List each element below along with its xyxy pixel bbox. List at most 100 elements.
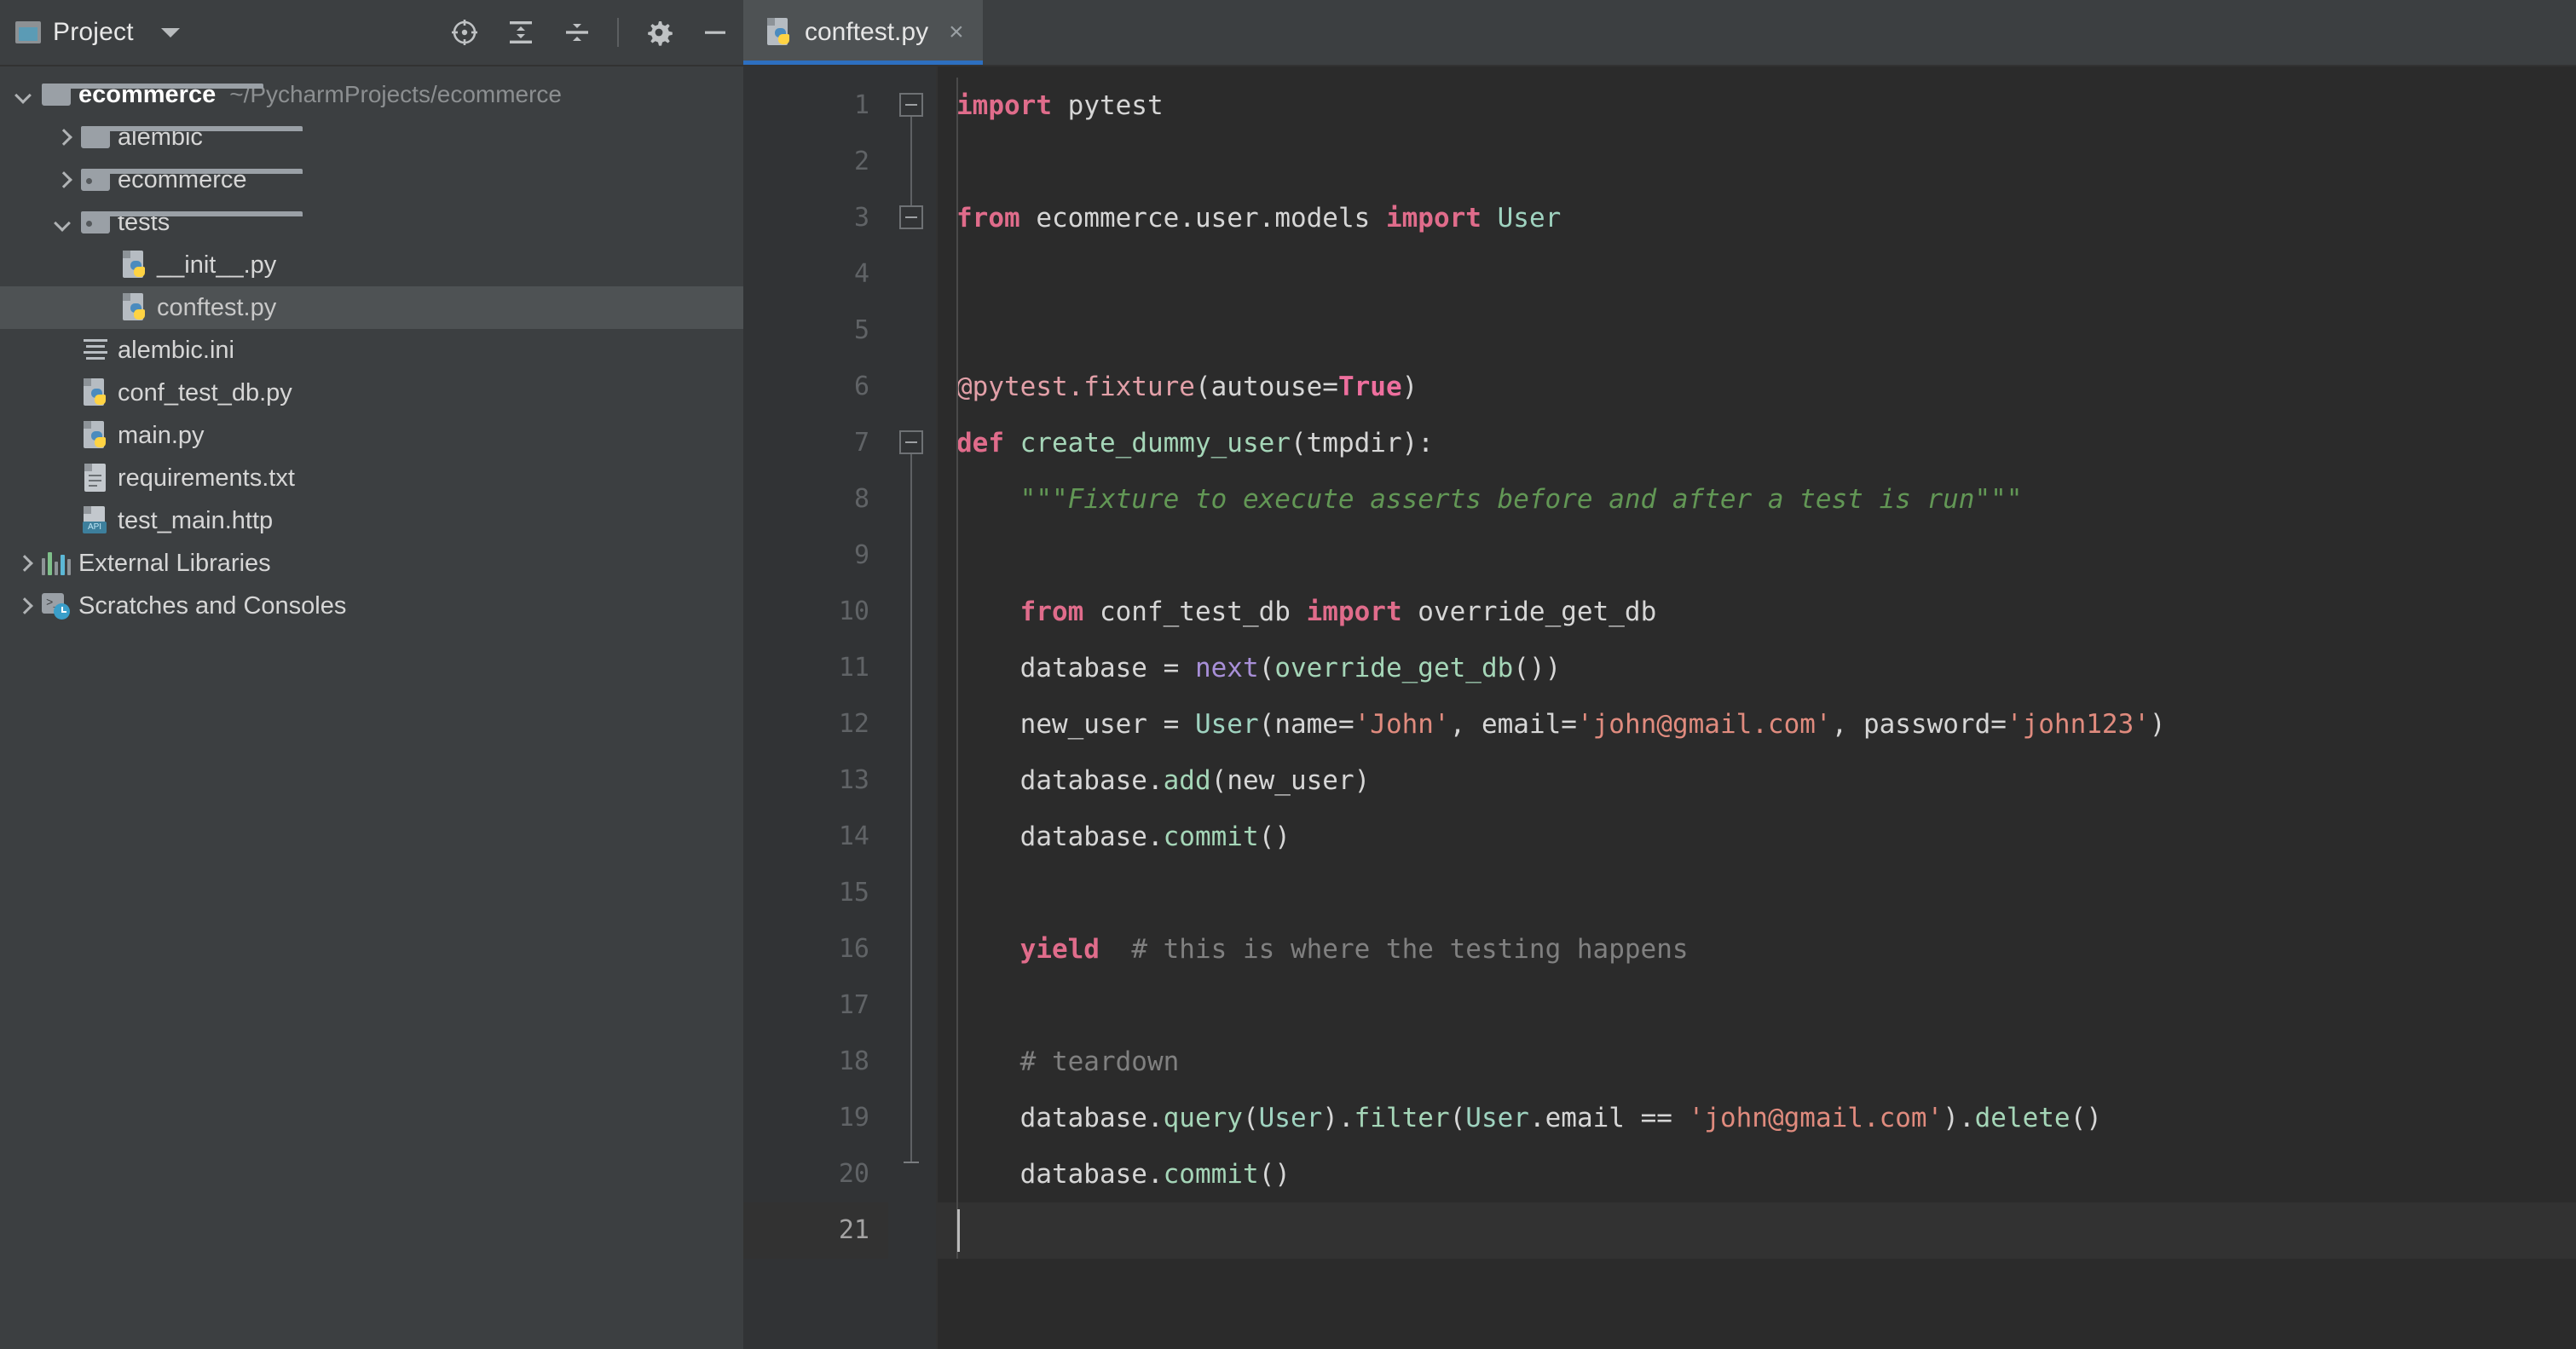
project-panel-title-group[interactable]: Project [15, 18, 180, 47]
line-number[interactable]: 10 [743, 584, 888, 640]
line-number[interactable]: 3 [743, 190, 888, 246]
chevron-right-icon[interactable] [48, 131, 77, 144]
tree-item-scratches-and-consoles[interactable]: >_Scratches and Consoles [0, 585, 743, 627]
code-line[interactable]: database.add(new_user) [936, 752, 2576, 809]
python-file-icon [765, 18, 793, 47]
tree-item-conftest-py[interactable]: conftest.py [0, 286, 743, 329]
tree-item-ecommerce[interactable]: ecommerce [0, 159, 743, 201]
tree-item-init-py[interactable]: __init__.py [0, 244, 743, 286]
line-number[interactable]: 7 [743, 415, 888, 471]
project-panel-icon [15, 21, 41, 43]
editor-tab-conftest[interactable]: conftest.py × [743, 0, 983, 65]
fold-region-end [904, 1162, 919, 1163]
tree-item-external-libraries[interactable]: External Libraries [0, 542, 743, 585]
tree-item-requirements-txt[interactable]: requirements.txt [0, 457, 743, 499]
expand-all-icon[interactable] [505, 16, 537, 49]
code-line[interactable]: database = next(override_get_db()) [936, 640, 2576, 696]
line-number[interactable]: 18 [743, 1034, 888, 1090]
source-folder-icon [81, 169, 110, 191]
scratches-consoles-icon: >_ [42, 593, 71, 619]
code-folding-gutter[interactable] [888, 66, 936, 1349]
project-panel-title: Project [53, 18, 134, 47]
chevron-down-icon[interactable] [161, 28, 180, 37]
line-number[interactable]: 21 [743, 1202, 888, 1259]
tree-item-alembic[interactable]: alembic [0, 116, 743, 159]
tree-item-label: conftest.py [157, 294, 276, 322]
chevron-right-icon[interactable] [48, 174, 77, 187]
tree-item-label: test_main.http [118, 507, 273, 535]
tree-item-icon [116, 251, 153, 280]
tree-item-icon [38, 551, 75, 575]
line-number[interactable]: 13 [743, 752, 888, 809]
locate-target-icon[interactable] [448, 16, 481, 49]
line-number[interactable]: 19 [743, 1090, 888, 1146]
code-line[interactable] [936, 1202, 2576, 1259]
line-number[interactable]: 9 [743, 527, 888, 584]
line-number[interactable]: 20 [743, 1146, 888, 1202]
tree-item-test-main-http[interactable]: API test_main.http [0, 499, 743, 542]
code-text-area[interactable]: import pytest from ecommerce.user.models… [936, 66, 2576, 1349]
code-line[interactable]: @pytest.fixture(autouse=True) [936, 359, 2576, 415]
hide-minimize-icon[interactable] [699, 16, 731, 49]
code-line[interactable] [936, 134, 2576, 190]
line-number[interactable]: 1 [743, 78, 888, 134]
line-number[interactable]: 8 [743, 471, 888, 527]
chevron-right-icon[interactable] [9, 557, 38, 570]
code-line[interactable] [936, 527, 2576, 584]
line-number[interactable]: 12 [743, 696, 888, 752]
python-file-icon [82, 378, 109, 407]
code-line[interactable] [936, 977, 2576, 1034]
code-line[interactable]: yield # this is where the testing happen… [936, 921, 2576, 977]
code-line[interactable]: database.commit() [936, 1146, 2576, 1202]
project-panel-header: Project [0, 0, 743, 66]
tree-item-tests[interactable]: tests [0, 201, 743, 244]
close-icon[interactable]: × [949, 20, 964, 45]
tree-item-ecommerce[interactable]: ecommerce~/PycharmProjects/ecommerce [0, 73, 743, 116]
tree-item-icon [38, 84, 75, 106]
code-line[interactable]: database.commit() [936, 809, 2576, 865]
line-number[interactable]: 6 [743, 359, 888, 415]
http-request-file-icon: API [82, 506, 109, 535]
fold-toggle-icon[interactable] [899, 205, 923, 229]
project-tool-window: Project [0, 0, 743, 1349]
code-line[interactable]: def create_dummy_user(tmpdir): [936, 415, 2576, 471]
chevron-down-icon[interactable] [48, 216, 77, 229]
line-number[interactable]: 4 [743, 246, 888, 303]
tree-item-label: requirements.txt [118, 464, 295, 493]
chevron-down-icon[interactable] [9, 89, 38, 101]
code-line[interactable]: """Fixture to execute asserts before and… [936, 471, 2576, 527]
python-file-icon [82, 421, 109, 450]
code-line[interactable]: database.query(User).filter(User.email =… [936, 1090, 2576, 1146]
tree-item-label: main.py [118, 422, 205, 450]
line-number-gutter: 123456789101112131415161718192021 [743, 66, 888, 1349]
tree-item-main-py[interactable]: main.py [0, 414, 743, 457]
fold-toggle-icon[interactable] [899, 93, 923, 117]
chevron-right-icon[interactable] [9, 600, 38, 613]
settings-gear-icon[interactable] [643, 16, 675, 49]
tree-item-conf-test-db-py[interactable]: conf_test_db.py [0, 372, 743, 414]
code-line[interactable] [936, 865, 2576, 921]
line-number[interactable]: 15 [743, 865, 888, 921]
project-file-tree[interactable]: ecommerce~/PycharmProjects/ecommercealem… [0, 66, 743, 1349]
code-line[interactable]: import pytest [936, 78, 2576, 134]
line-number[interactable]: 11 [743, 640, 888, 696]
line-number[interactable]: 14 [743, 809, 888, 865]
tree-item-icon: >_ [38, 593, 75, 619]
code-line[interactable] [936, 303, 2576, 359]
code-line[interactable]: from ecommerce.user.models import User [936, 190, 2576, 246]
line-number[interactable]: 5 [743, 303, 888, 359]
fold-toggle-icon[interactable] [899, 430, 923, 454]
line-number[interactable]: 16 [743, 921, 888, 977]
code-line[interactable] [936, 246, 2576, 303]
code-line[interactable]: # teardown [936, 1034, 2576, 1090]
text-file-icon [82, 464, 109, 493]
editor-area: conftest.py × 12345678910111213141516171… [743, 0, 2576, 1349]
code-line[interactable]: new_user = User(name='John', email='john… [936, 696, 2576, 752]
line-number[interactable]: 2 [743, 134, 888, 190]
project-root-path: ~/PycharmProjects/ecommerce [229, 81, 562, 108]
tree-item-alembic-ini[interactable]: alembic.ini [0, 329, 743, 372]
code-line[interactable]: from conf_test_db import override_get_db [936, 584, 2576, 640]
line-number[interactable]: 17 [743, 977, 888, 1034]
collapse-all-icon[interactable] [561, 16, 593, 49]
indent-guide [956, 78, 958, 1259]
